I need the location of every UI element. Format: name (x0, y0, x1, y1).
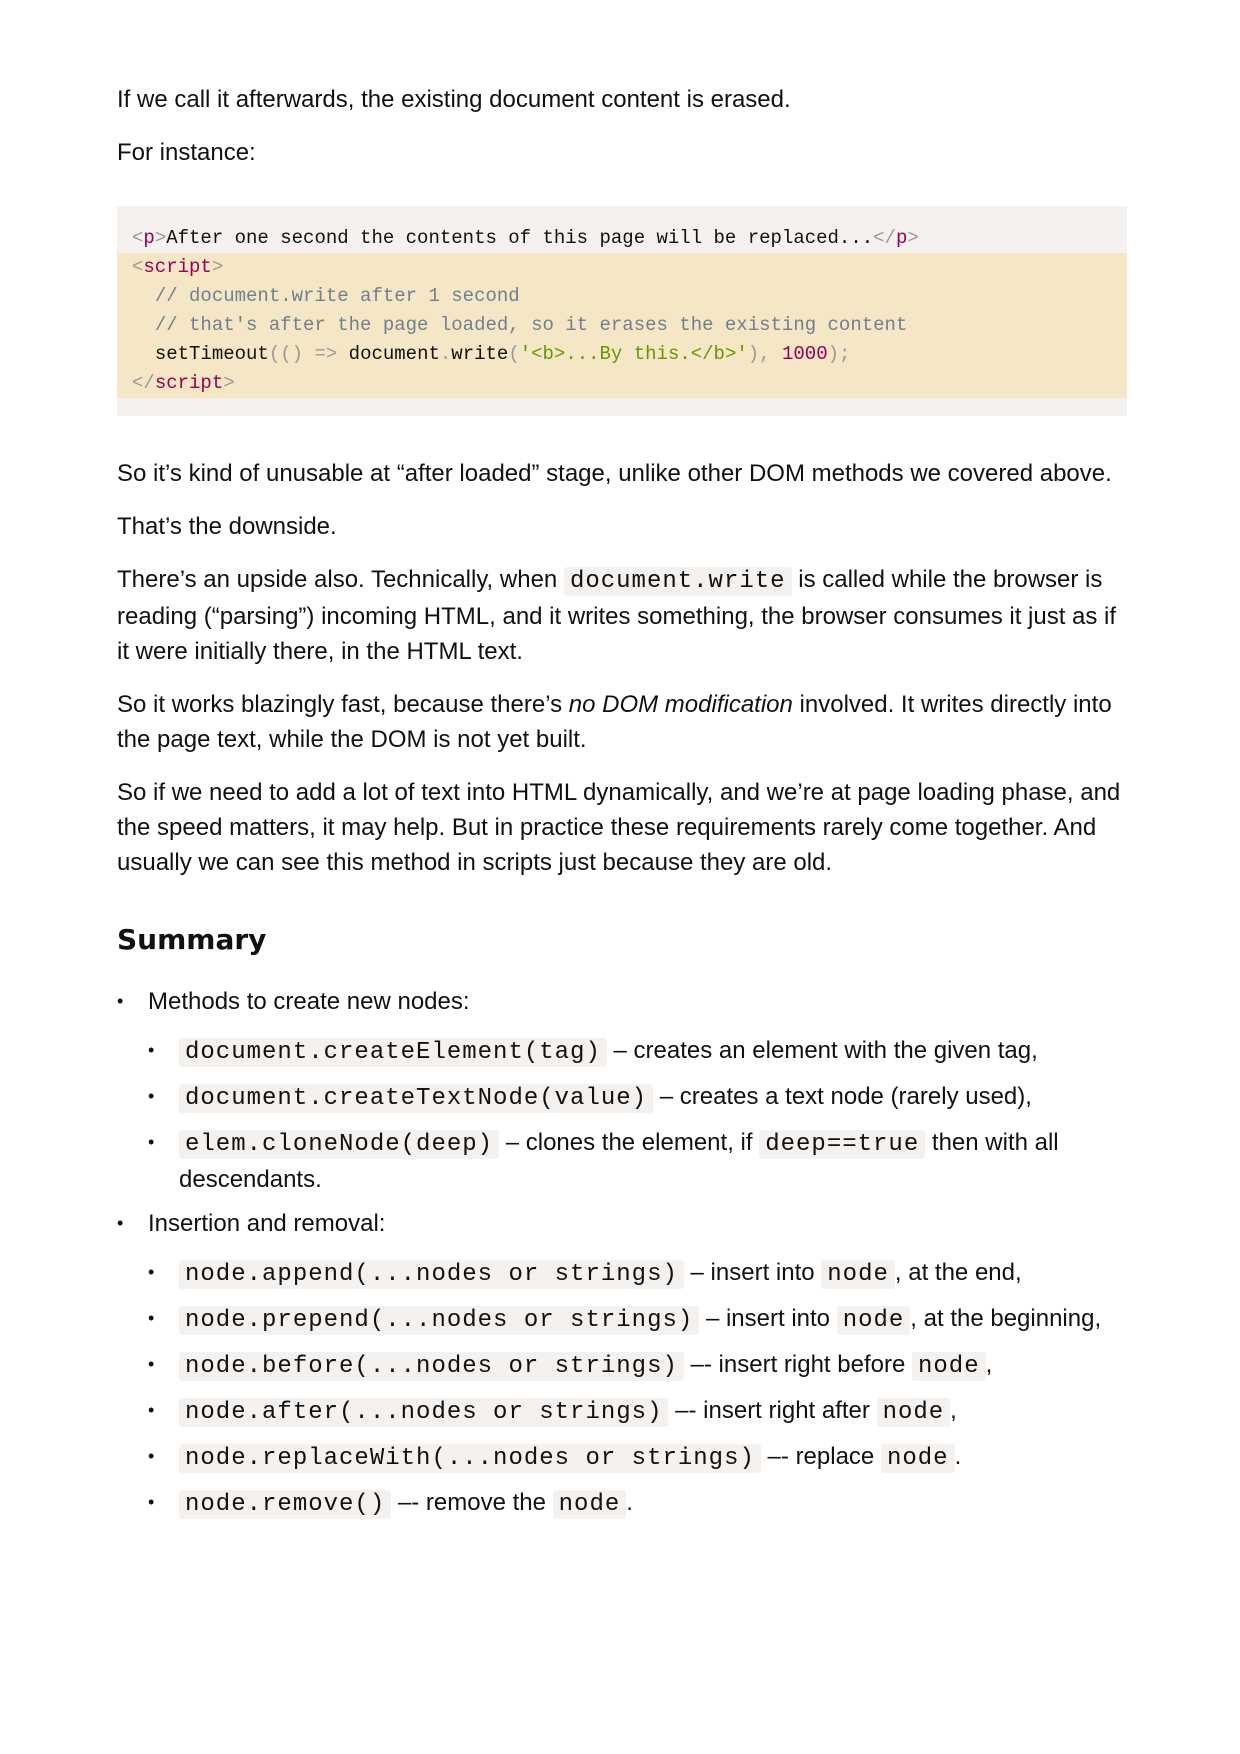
inline-code: node (876, 1398, 951, 1427)
paragraph-for-instance: For instance: (117, 139, 256, 166)
list-item: Methods to create new nodes: document.cr… (117, 984, 1127, 1197)
inline-code: deep==true (759, 1130, 926, 1159)
inline-code: node.append(...nodes or strings) (179, 1260, 684, 1289)
paragraph-upside: There’s an upside also. Technically, whe… (117, 566, 1117, 665)
code-line-4: // that's after the page loaded, so it e… (117, 311, 1127, 340)
code-line-5: setTimeout(() => document.write('<b>...B… (117, 340, 1127, 369)
inline-code: document.createElement(tag) (179, 1038, 607, 1067)
code-method: write (451, 343, 509, 365)
list-item: node.replaceWith(...nodes or strings) –-… (148, 1439, 1127, 1476)
inline-code: node.before(...nodes or strings) (179, 1352, 684, 1381)
paragraph-erase: If we call it afterwards, the existing d… (117, 86, 791, 113)
inline-code: node (911, 1352, 986, 1381)
paragraph-fast: So it works blazingly fast, because ther… (117, 691, 1112, 753)
code-text: After one second the contents of this pa… (166, 227, 874, 249)
list-item: node.after(...nodes or strings) –- inser… (148, 1393, 1127, 1430)
code-tag: p (895, 227, 908, 249)
list-item: node.append(...nodes or strings) – inser… (148, 1255, 1127, 1292)
code-object: document (348, 343, 440, 365)
sublist-create: document.createElement(tag) – creates an… (148, 1033, 1127, 1197)
document-page: If we call it afterwards, the existing d… (117, 82, 1127, 1531)
inline-code: node.after(...nodes or strings) (179, 1398, 669, 1427)
summary-heading: Summary (117, 923, 267, 956)
code-line-6: </script> (117, 369, 1127, 398)
code-line-1: <p>After one second the contents of this… (132, 227, 919, 249)
list-item: Insertion and removal: node.append(...no… (117, 1206, 1127, 1522)
inline-code: node (552, 1490, 627, 1519)
code-tag: script (143, 256, 212, 278)
code-string: '<b>...By this.</b>' (519, 343, 748, 365)
inline-code: document.write (563, 567, 792, 596)
inline-code: node (880, 1444, 955, 1473)
code-comment: // that's after the page loaded, so it e… (154, 314, 908, 336)
code-function: setTimeout (154, 343, 269, 365)
sublist-insert: node.append(...nodes or strings) – inser… (148, 1255, 1127, 1522)
inline-code: node.remove() (179, 1490, 392, 1519)
list-item: elem.cloneNode(deep) – clones the elemen… (148, 1125, 1127, 1197)
code-line-2: <script> (117, 253, 1127, 282)
inline-code: elem.cloneNode(deep) (179, 1130, 500, 1159)
emphasis: no DOM modification (568, 691, 793, 718)
paragraph-practice: So if we need to add a lot of text into … (117, 779, 1121, 876)
list-item: document.createElement(tag) – creates an… (148, 1033, 1127, 1070)
paragraph-unusable: So it’s kind of unusable at “after loade… (117, 460, 1112, 487)
list-item: node.prepend(...nodes or strings) – inse… (148, 1301, 1127, 1338)
inline-code: node.replaceWith(...nodes or strings) (179, 1444, 761, 1473)
inline-code: node (821, 1260, 895, 1289)
inline-code: node.prepend(...nodes or strings) (179, 1306, 700, 1335)
inline-code: node (836, 1306, 911, 1335)
code-example: <p>After one second the contents of this… (117, 206, 1127, 416)
list-item: node.remove() –- remove the node. (148, 1485, 1127, 1522)
list-item: document.createTextNode(value) – creates… (148, 1079, 1127, 1116)
code-comment: // document.write after 1 second (154, 285, 520, 307)
code-number: 1000 (781, 343, 828, 365)
code-tag: p (143, 227, 155, 249)
summary-list: Methods to create new nodes: document.cr… (117, 984, 1127, 1522)
code-tag: script (154, 372, 224, 394)
list-item: node.before(...nodes or strings) –- inse… (148, 1347, 1127, 1384)
inline-code: document.createTextNode(value) (179, 1084, 654, 1113)
code-line-3: // document.write after 1 second (117, 282, 1127, 311)
paragraph-downside: That’s the downside. (117, 513, 337, 540)
